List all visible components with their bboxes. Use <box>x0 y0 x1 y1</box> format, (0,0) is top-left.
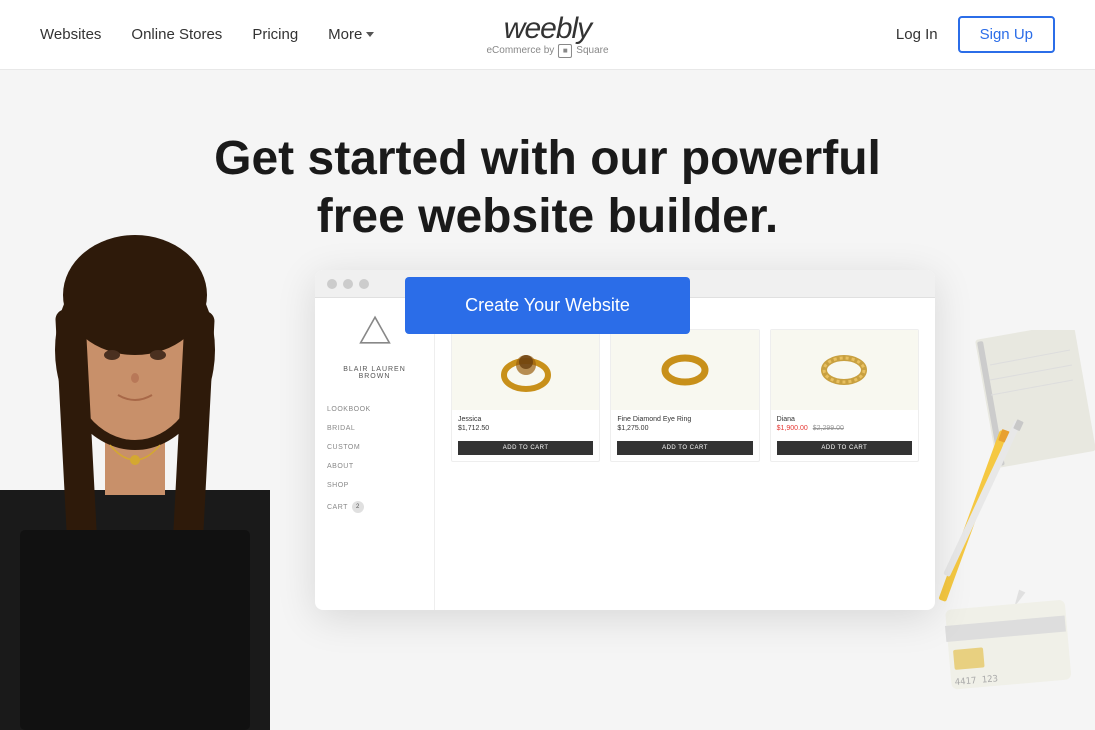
browser-content: BLAIR LAUREN BROWN LOOKBOOK BRIDAL CUSTO… <box>315 298 935 610</box>
mockup-sidebar: BLAIR LAUREN BROWN LOOKBOOK BRIDAL CUSTO… <box>315 298 435 610</box>
header: Websites Online Stores Pricing More weeb… <box>0 0 1095 70</box>
cart-badge: 2 <box>352 501 364 513</box>
product-price-sale-3: $1,900.00 <box>777 425 808 432</box>
hero-text: Get started with our powerful free websi… <box>0 70 1095 334</box>
product-info-3: Diana $1,900.00 $2,299.00 ADD TO CART <box>771 410 918 461</box>
nav-right: Log In Sign Up <box>896 16 1055 53</box>
logo-wordmark: weebly <box>486 12 608 46</box>
product-price-2: $1,275.00 <box>617 425 752 432</box>
hero-title: Get started with our powerful free websi… <box>198 130 898 245</box>
logo-sub: eCommerce by ■ Square <box>486 44 608 58</box>
products-grid: Jessica $1,712.50 ADD TO CART <box>451 329 919 462</box>
nav-more[interactable]: More <box>328 26 374 43</box>
product-price-orig-3: $2,299.00 <box>813 425 844 432</box>
product-image-2 <box>611 330 758 410</box>
mockup-nav-about: ABOUT <box>327 461 422 472</box>
mockup-brand-name: BLAIR LAUREN BROWN <box>327 366 422 380</box>
chevron-down-icon <box>366 32 374 37</box>
nav-left: Websites Online Stores Pricing More <box>40 26 374 43</box>
product-info-1: Jessica $1,712.50 ADD TO CART <box>452 410 599 461</box>
product-image-3 <box>771 330 918 410</box>
add-to-cart-btn-2[interactable]: ADD TO CART <box>617 441 752 455</box>
product-price-3: $1,900.00 $2,299.00 <box>777 425 912 432</box>
product-price-1: $1,712.50 <box>458 425 593 432</box>
nav-pricing[interactable]: Pricing <box>252 26 298 43</box>
product-name-1: Jessica <box>458 416 593 423</box>
product-card-2: Fine Diamond Eye Ring $1,275.00 ADD TO C… <box>610 329 759 462</box>
mockup-nav-shop: SHOP <box>327 480 422 491</box>
nav-online-stores[interactable]: Online Stores <box>131 26 222 43</box>
mockup-main: BEST SELLERS Jessica <box>435 298 935 610</box>
hero-section: Get started with our powerful free websi… <box>0 70 1095 730</box>
signup-button[interactable]: Sign Up <box>958 16 1055 53</box>
logo: weebly eCommerce by ■ Square <box>486 12 608 58</box>
add-to-cart-btn-3[interactable]: ADD TO CART <box>777 441 912 455</box>
nav-websites[interactable]: Websites <box>40 26 101 43</box>
product-card-1: Jessica $1,712.50 ADD TO CART <box>451 329 600 462</box>
square-logo-icon: ■ <box>558 44 572 58</box>
mockup-nav-bridal: BRIDAL <box>327 423 422 434</box>
mockup-nav-cart: CART 2 <box>327 499 422 515</box>
login-button[interactable]: Log In <box>896 26 938 43</box>
product-info-2: Fine Diamond Eye Ring $1,275.00 ADD TO C… <box>611 410 758 461</box>
mockup-nav-lookbook: LOOKBOOK <box>327 404 422 415</box>
product-card-3: Diana $1,900.00 $2,299.00 ADD TO CART <box>770 329 919 462</box>
add-to-cart-btn-1[interactable]: ADD TO CART <box>458 441 593 455</box>
product-name-2: Fine Diamond Eye Ring <box>617 416 752 423</box>
decorative-right: 4417 123 <box>915 330 1095 730</box>
product-name-3: Diana <box>777 416 912 423</box>
create-website-button[interactable]: Create Your Website <box>405 277 690 334</box>
product-image-1 <box>452 330 599 410</box>
mockup-nav-custom: CUSTOM <box>327 442 422 453</box>
